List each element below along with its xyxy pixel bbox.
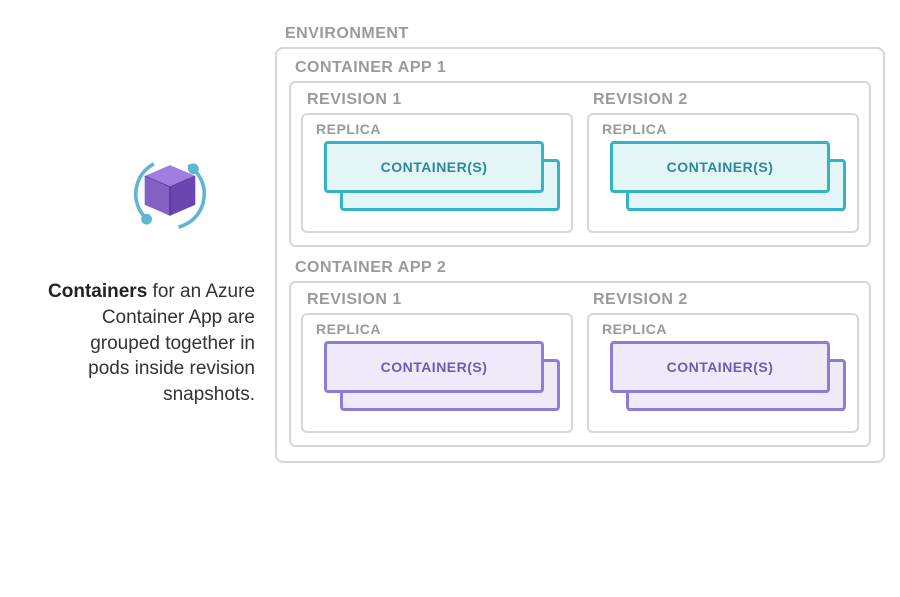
description-bold: Containers: [48, 281, 147, 302]
container-card-front: CONTAINER(S): [324, 341, 544, 393]
replica-label: REPLICA: [602, 321, 848, 337]
revision-label: REVISION 2: [593, 91, 859, 109]
container-card-front: CONTAINER(S): [324, 141, 544, 193]
container-stack: CONTAINER(S): [610, 341, 846, 413]
revision-box: REPLICA CONTAINER(S): [587, 313, 859, 433]
sidebar: Containers for an Azure Container App ar…: [15, 149, 275, 407]
app-1-revision-2: REVISION 2 REPLICA CONTAINER(S): [587, 91, 859, 233]
environment-label: ENVIRONMENT: [285, 25, 885, 43]
environment-box: CONTAINER APP 1 REVISION 1 REPLICA CONTA…: [275, 47, 885, 463]
revision-label: REVISION 2: [593, 291, 859, 309]
diagram: ENVIRONMENT CONTAINER APP 1 REVISION 1 R…: [275, 10, 885, 587]
container-stack: CONTAINER(S): [610, 141, 846, 213]
app-2-revision-2: REVISION 2 REPLICA CONTAINER(S): [587, 291, 859, 433]
container-stack: CONTAINER(S): [324, 341, 560, 413]
revision-label: REVISION 1: [307, 291, 573, 309]
description-text: Containers for an Azure Container App ar…: [45, 279, 255, 407]
app-1-revision-1: REVISION 1 REPLICA CONTAINER(S): [301, 91, 573, 233]
revision-box: REPLICA CONTAINER(S): [301, 313, 573, 433]
replica-label: REPLICA: [316, 321, 562, 337]
app-2-revision-1: REVISION 1 REPLICA CONTAINER(S): [301, 291, 573, 433]
revision-box: REPLICA CONTAINER(S): [587, 113, 859, 233]
container-card-front: CONTAINER(S): [610, 341, 830, 393]
replica-label: REPLICA: [602, 121, 848, 137]
app-1-label: CONTAINER APP 1: [295, 59, 871, 77]
app-2-label: CONTAINER APP 2: [295, 259, 871, 277]
replica-label: REPLICA: [316, 121, 562, 137]
container-app-2: REVISION 1 REPLICA CONTAINER(S) REVISION…: [289, 281, 871, 447]
container-apps-icon: [15, 149, 255, 239]
revision-label: REVISION 1: [307, 91, 573, 109]
revision-box: REPLICA CONTAINER(S): [301, 113, 573, 233]
container-stack: CONTAINER(S): [324, 141, 560, 213]
container-app-1: REVISION 1 REPLICA CONTAINER(S) REVISION…: [289, 81, 871, 247]
container-card-front: CONTAINER(S): [610, 141, 830, 193]
